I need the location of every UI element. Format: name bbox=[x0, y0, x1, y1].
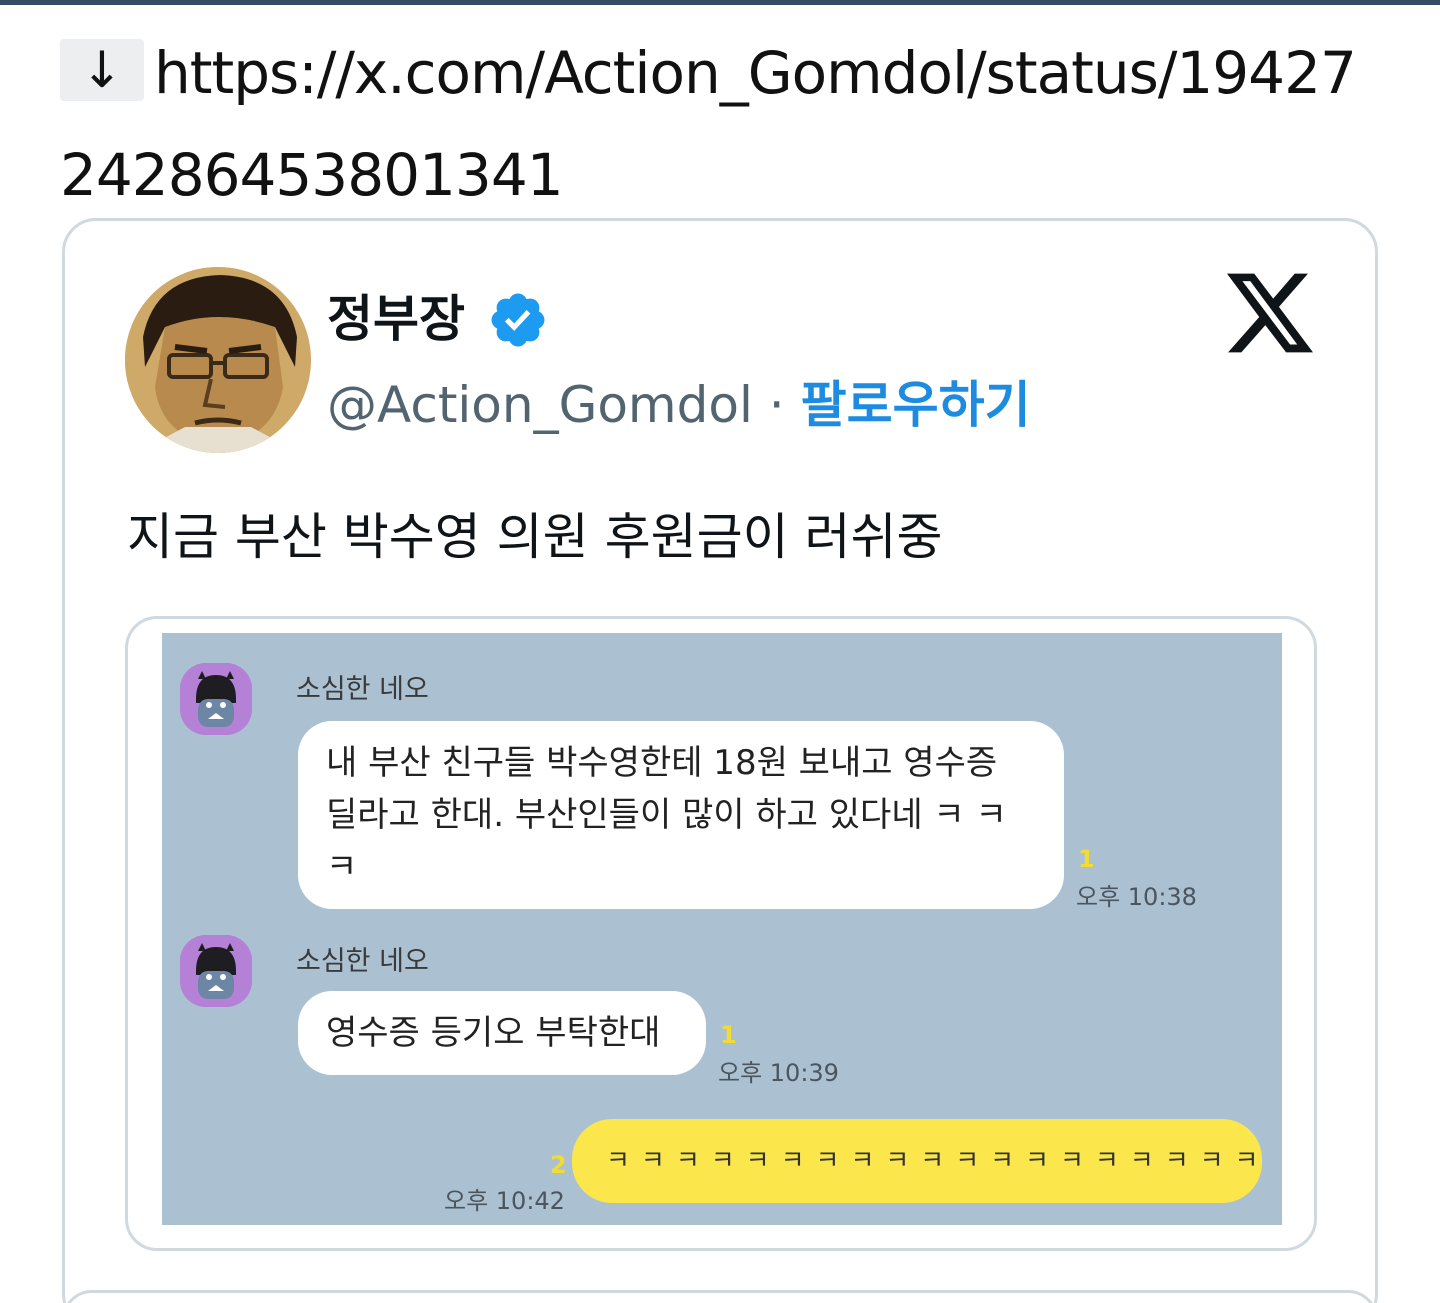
message-time: 오후 10:38 bbox=[1076, 883, 1197, 911]
message-line: 딜라고 한대. 부산인들이 많이 하고 있다네 ㅋ ㅋ bbox=[326, 795, 1007, 835]
source-url-link[interactable]: https://x.com/Action_Gomdol/status/19427… bbox=[60, 39, 1357, 209]
handle-line: @Action_Gomdol · 팔로우하기 bbox=[327, 365, 1031, 437]
chat-bubble-incoming: 영수증 등기오 부탁한대 bbox=[298, 991, 706, 1075]
top-border bbox=[0, 0, 1440, 5]
neo-character-icon bbox=[180, 663, 252, 735]
message-line: 영수증 등기오 부탁한대 bbox=[326, 1013, 661, 1053]
x-logo-icon[interactable] bbox=[1227, 273, 1313, 353]
chat-avatar-neo bbox=[180, 935, 252, 1007]
author-avatar-illustration bbox=[125, 267, 311, 453]
chat-bubble-outgoing: ㅋㅋㅋㅋㅋㅋㅋㅋㅋㅋㅋㅋㅋㅋㅋㅋㅋㅋㅋ bbox=[572, 1119, 1262, 1203]
chat-screenshot: 소심한 네오 내 부산 친구들 박수영한테 18원 보내고 영수증 딜라고 한대… bbox=[162, 633, 1282, 1225]
author-handle[interactable]: @Action_Gomdol bbox=[327, 376, 753, 434]
follow-button[interactable]: 팔로우하기 bbox=[801, 376, 1031, 434]
message-line: 내 부산 친구들 박수영한테 18원 보내고 영수증 bbox=[326, 743, 998, 783]
handle-separator: · bbox=[768, 376, 785, 434]
message-line: ㅋㅋㅋㅋㅋㅋㅋㅋㅋㅋㅋㅋㅋㅋㅋㅋㅋㅋㅋ bbox=[606, 1146, 1270, 1176]
chat-bubble-incoming: 내 부산 친구들 박수영한테 18원 보내고 영수증 딜라고 한대. 부산인들이… bbox=[298, 721, 1064, 909]
chat-avatar-neo bbox=[180, 663, 252, 735]
verified-badge-icon bbox=[491, 293, 545, 347]
unread-count: 2 bbox=[550, 1151, 567, 1179]
next-embed-card bbox=[62, 1290, 1378, 1303]
message-time: 오후 10:39 bbox=[718, 1059, 839, 1087]
tweet-embed-card[interactable]: 정부장 @Action_Gomdol · 팔로우하기 지금 부산 박수영 의원 … bbox=[62, 218, 1378, 1303]
unread-count: 1 bbox=[1078, 845, 1095, 873]
author-avatar[interactable] bbox=[125, 267, 311, 453]
message-time: 오후 10:42 bbox=[444, 1187, 565, 1215]
unread-count: 1 bbox=[720, 1021, 737, 1049]
download-arrow-icon[interactable]: ↓ bbox=[60, 39, 144, 101]
author-name[interactable]: 정부장 bbox=[327, 279, 465, 351]
tweet-media[interactable]: 소심한 네오 내 부산 친구들 박수영한테 18원 보내고 영수증 딜라고 한대… bbox=[125, 616, 1317, 1251]
source-link-line: ↓ https://x.com/Action_Gomdol/status/1942… bbox=[60, 22, 1390, 226]
neo-character-icon bbox=[180, 935, 252, 1007]
sender-name: 소심한 네오 bbox=[296, 674, 429, 705]
tweet-text: 지금 부산 박수영 의원 후원금이 러쉬중 bbox=[127, 508, 943, 566]
message-line: ㅋ bbox=[326, 847, 358, 887]
sender-name: 소심한 네오 bbox=[296, 946, 429, 977]
